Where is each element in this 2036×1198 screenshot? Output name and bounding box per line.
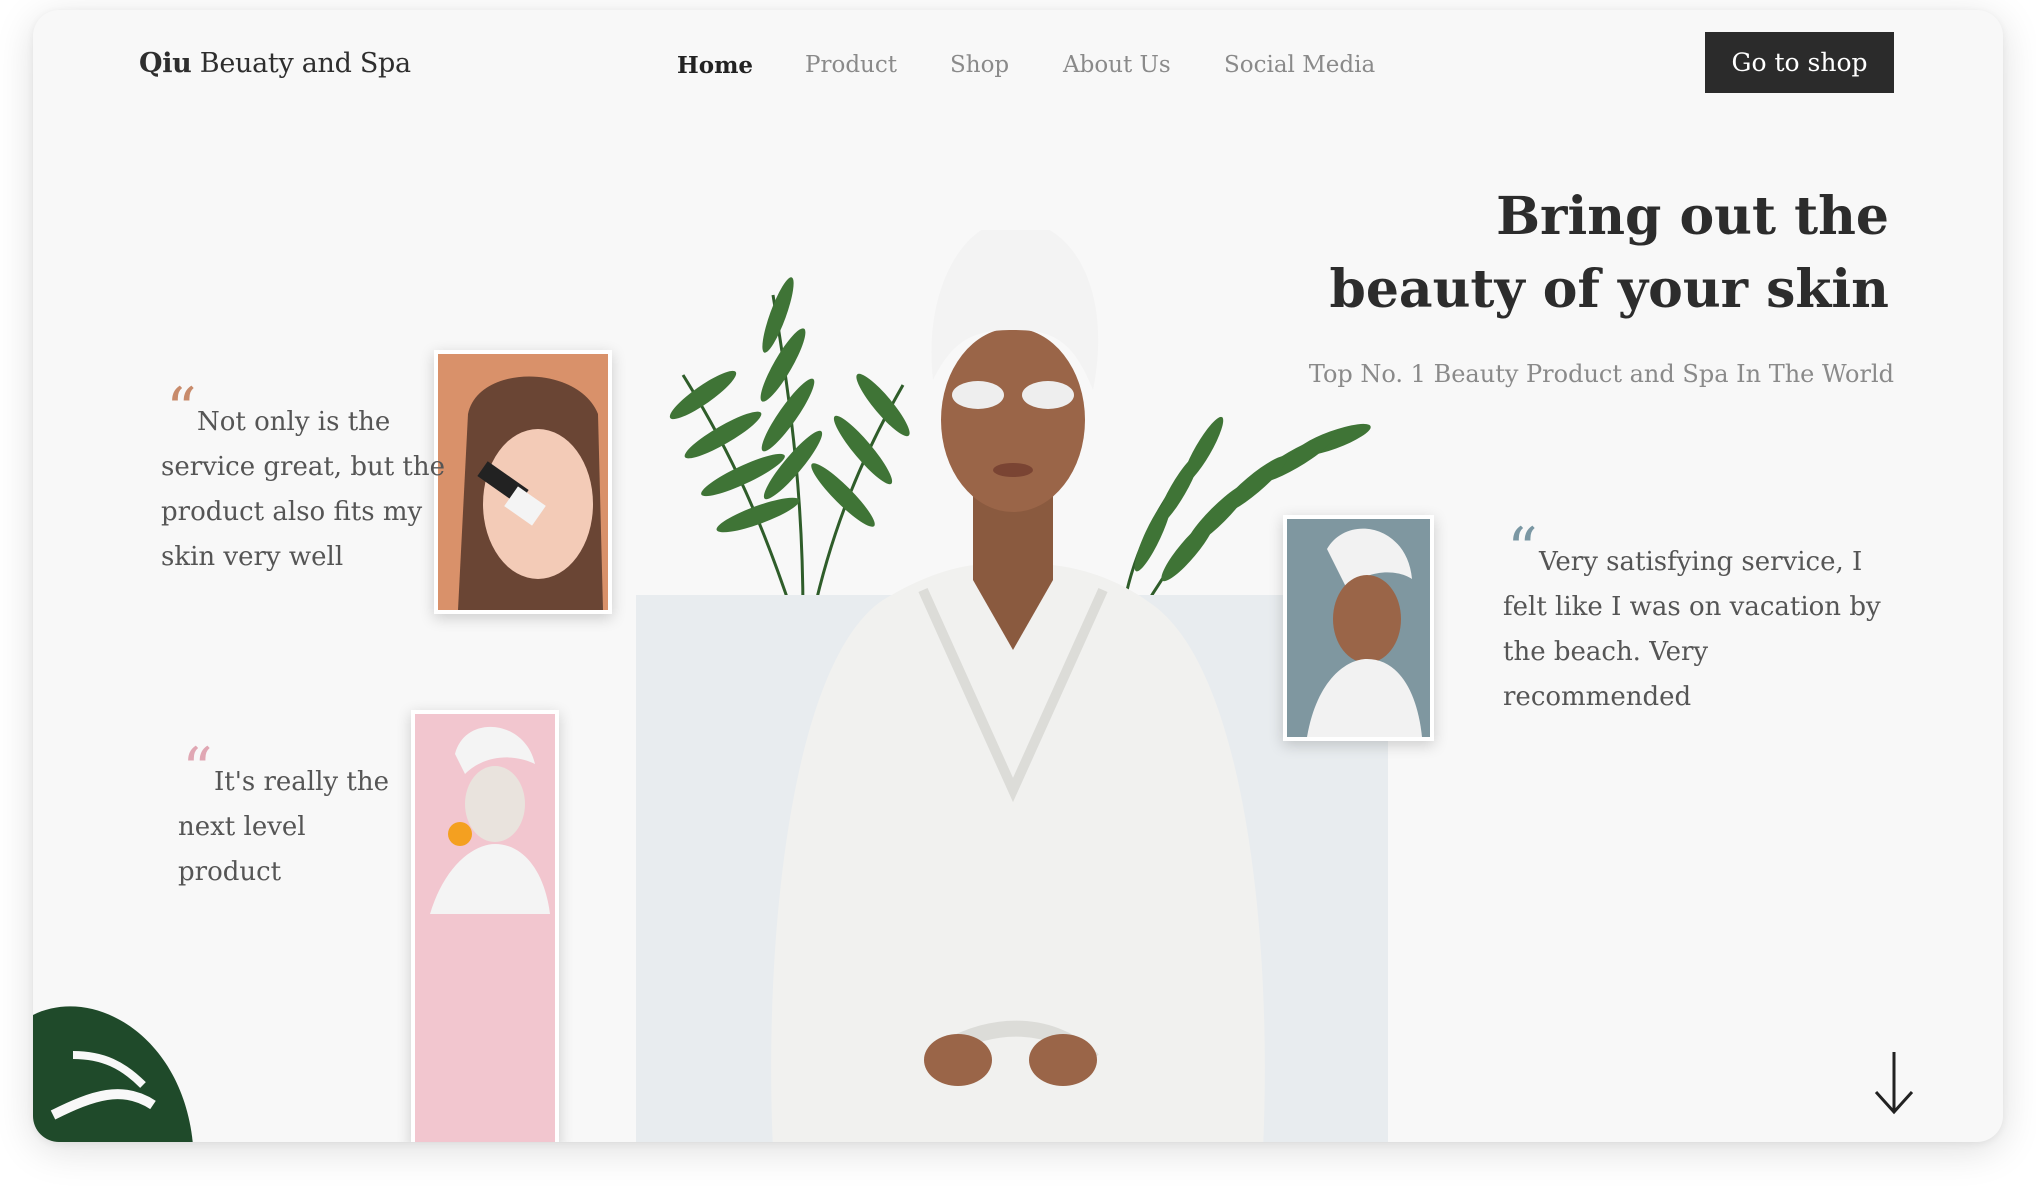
- quote-mark-icon: “: [182, 735, 213, 805]
- nav-item-home[interactable]: Home: [677, 52, 753, 79]
- brand-logo[interactable]: Qiu Beuaty and Spa: [139, 48, 411, 79]
- nav-item-about-us[interactable]: About Us: [1063, 52, 1171, 78]
- brand-name-bold: Qiu: [139, 48, 192, 79]
- testimonial-1: “ Not only is the service great, but the…: [161, 380, 481, 580]
- hero-title-line-2: beauty of your skin: [1329, 259, 1889, 320]
- photo-face-mask: [411, 710, 559, 1142]
- woman-with-towel-image: [1307, 528, 1422, 737]
- hero-title: Bring out the beauty of your skin: [1329, 180, 1889, 326]
- model-in-bathrobe-image: [771, 230, 1265, 1142]
- testimonial-2-text: Very satisfying service, I felt like I w…: [1503, 547, 1881, 712]
- nav-item-social-media[interactable]: Social Media: [1224, 52, 1375, 78]
- testimonial-3: “ It's really the next level product: [178, 740, 408, 895]
- arrow-down-icon[interactable]: [1871, 1050, 1917, 1116]
- testimonial-1-text: Not only is the service great, but the p…: [161, 407, 445, 572]
- nav-item-product[interactable]: Product: [805, 52, 897, 78]
- go-to-shop-button[interactable]: Go to shop: [1705, 32, 1894, 93]
- quote-mark-icon: “: [166, 375, 197, 445]
- woman-with-face-mask-image: [430, 726, 550, 914]
- quote-mark-icon: “: [1507, 515, 1538, 585]
- photo-towel-model: [1283, 515, 1434, 741]
- brand-name-rest: Beuaty and Spa: [191, 48, 411, 79]
- landing-page: Qiu Beuaty and Spa Home Product Shop Abo…: [33, 10, 2003, 1142]
- nav-item-shop[interactable]: Shop: [950, 52, 1009, 78]
- testimonial-2: “ Very satisfying service, I felt like I…: [1503, 520, 1893, 720]
- hero-subtitle: Top No. 1 Beauty Product and Spa In The …: [1308, 360, 1894, 388]
- hero-title-line-1: Bring out the: [1496, 186, 1889, 247]
- monstera-leaf-image: [33, 1006, 193, 1142]
